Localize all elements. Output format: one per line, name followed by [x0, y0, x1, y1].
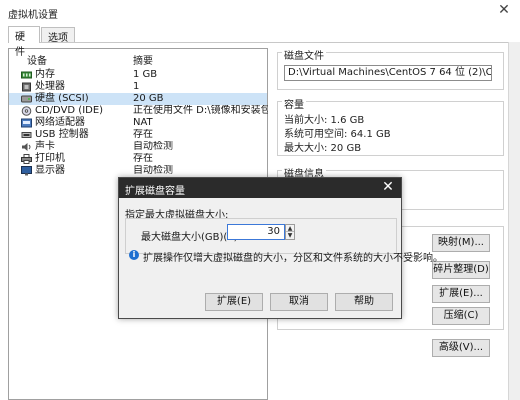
device-name: 打印机: [35, 153, 65, 164]
printer-icon: [21, 154, 32, 164]
max-disk-size-label: 最大磁盘大小(GB)(S):: [141, 232, 241, 243]
summary-column-header[interactable]: 摘要: [133, 52, 153, 67]
device-row-display[interactable]: 显示器 自动检测: [9, 165, 267, 177]
compact-button[interactable]: 压缩(C): [432, 307, 490, 325]
max-disk-size-input[interactable]: 30: [227, 224, 285, 240]
device-name: USB 控制器: [35, 129, 89, 140]
device-summary: 自动检测: [133, 165, 173, 176]
device-column-header[interactable]: 设备: [27, 52, 47, 67]
device-name: 内存: [35, 69, 55, 80]
window-right-edge: [508, 42, 520, 400]
device-summary: 正在使用文件 D:\镜像和安装包...: [133, 105, 268, 116]
device-name: 显示器: [35, 165, 65, 176]
device-summary: 存在: [133, 153, 153, 164]
dialog-titlebar: 扩展磁盘容量 ✕: [119, 178, 401, 198]
tab-options[interactable]: 选项: [41, 27, 75, 44]
dialog-info-text: 扩展操作仅增大虚拟磁盘的大小，分区和文件系统的大小不受影响。: [143, 253, 443, 264]
expand-disk-dialog: 扩展磁盘容量 ✕ 指定最大虚拟磁盘大小: 最大磁盘大小(GB)(S): 30 ▲…: [118, 177, 443, 319]
device-row-memory[interactable]: 内存 1 GB: [9, 69, 267, 81]
device-row-hard-disk[interactable]: 硬盘 (SCSI) 20 GB: [9, 93, 267, 105]
hard-disk-icon: [21, 95, 32, 103]
device-list-header: 设备 摘要: [9, 49, 267, 67]
current-size-text: 当前大小: 1.6 GB: [284, 115, 365, 126]
disk-file-label: 磁盘文件: [282, 47, 326, 62]
memory-icon: [21, 71, 32, 79]
network-adapter-icon: [21, 118, 32, 128]
window-title: 虚拟机设置: [8, 10, 58, 21]
processor-icon: [22, 82, 31, 92]
dialog-expand-button[interactable]: 扩展(E): [205, 293, 263, 311]
device-name: 网络适配器: [35, 117, 85, 128]
tab-hardware[interactable]: 硬件: [8, 26, 40, 58]
spin-up-icon[interactable]: ▲: [286, 225, 294, 232]
device-name: 声卡: [35, 141, 55, 152]
dialog-cancel-button[interactable]: 取消: [270, 293, 328, 311]
device-summary: 存在: [133, 129, 153, 140]
dialog-close-icon[interactable]: ✕: [381, 179, 395, 195]
dialog-help-button[interactable]: 帮助: [335, 293, 393, 311]
sound-card-icon: [22, 143, 31, 151]
device-row-printer[interactable]: 打印机 存在: [9, 153, 267, 165]
max-size-text: 最大大小: 20 GB: [284, 143, 362, 154]
device-row-sound-card[interactable]: 声卡 自动检测: [9, 141, 267, 153]
device-name: CD/DVD (IDE): [35, 105, 104, 116]
device-name: 处理器: [35, 81, 65, 92]
device-name: 硬盘 (SCSI): [35, 93, 89, 104]
advanced-button[interactable]: 高级(V)...: [432, 339, 490, 357]
dialog-title: 扩展磁盘容量: [125, 186, 185, 197]
device-row-processor[interactable]: 处理器 1: [9, 81, 267, 93]
window-titlebar: 虚拟机设置 ✕: [0, 0, 520, 26]
spin-down-icon[interactable]: ▼: [286, 232, 294, 239]
free-space-text: 系统可用空间: 64.1 GB: [284, 129, 391, 140]
disk-file-path-field[interactable]: D:\Virtual Machines\CentOS 7 64 位 (2)\Ce…: [284, 65, 492, 81]
cd-dvd-icon: [21, 106, 32, 116]
display-icon: [21, 166, 32, 176]
expand-button[interactable]: 扩展(E)...: [432, 285, 490, 303]
info-icon: i: [129, 250, 139, 260]
capacity-label: 容量: [282, 96, 306, 111]
device-summary: 自动检测: [133, 141, 173, 152]
device-row-network-adapter[interactable]: 网络适配器 NAT: [9, 117, 267, 129]
max-disk-size-spinner[interactable]: ▲ ▼: [285, 224, 295, 240]
usb-controller-icon: [21, 132, 32, 138]
window-close-icon[interactable]: ✕: [496, 2, 512, 18]
device-row-usb-controller[interactable]: USB 控制器 存在: [9, 129, 267, 141]
device-summary: 1 GB: [133, 69, 158, 80]
device-summary: NAT: [133, 117, 153, 128]
device-summary: 20 GB: [133, 93, 164, 104]
device-summary: 1: [133, 81, 140, 92]
device-row-cd-dvd[interactable]: CD/DVD (IDE) 正在使用文件 D:\镜像和安装包...: [9, 105, 268, 117]
